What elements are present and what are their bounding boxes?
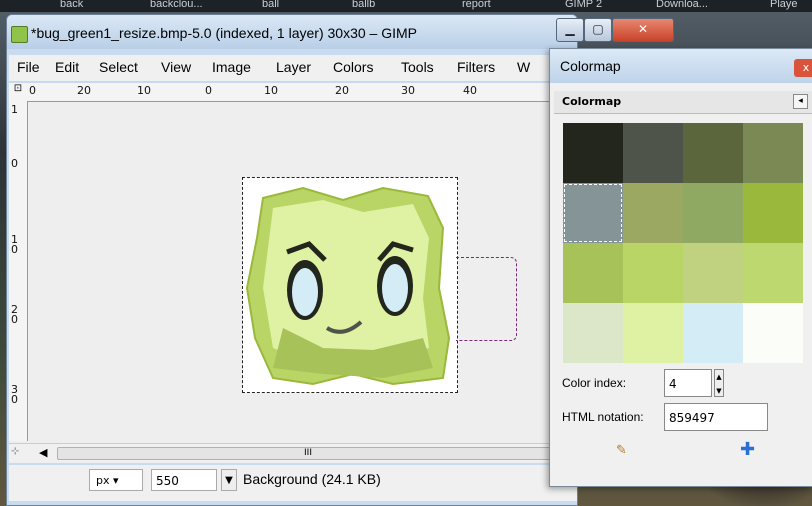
colormap-tab-header: Colormap ◂ xyxy=(554,91,812,114)
color-swatch[interactable] xyxy=(683,303,743,363)
color-swatch[interactable] xyxy=(683,123,743,183)
html-notation-value: 859497 xyxy=(669,411,715,425)
unit-select[interactable]: px ▾ xyxy=(89,469,143,491)
menu-windows[interactable]: W xyxy=(517,59,530,75)
color-swatch[interactable] xyxy=(563,243,623,303)
ruler-label: 0 xyxy=(29,84,36,97)
minimize-button[interactable]: ▁ xyxy=(556,18,584,42)
color-swatch[interactable] xyxy=(743,303,803,363)
color-index-value: 4 xyxy=(669,377,677,391)
ruler-label: 0 xyxy=(11,313,18,326)
taskbar-item[interactable]: backclou... xyxy=(150,0,203,10)
taskbar: back backclou... ball ballb report GIMP … xyxy=(0,0,812,12)
menu-colors[interactable]: Colors xyxy=(333,59,373,75)
color-swatch[interactable] xyxy=(683,243,743,303)
ruler-label: 20 xyxy=(77,84,91,97)
color-index-label: Color index: xyxy=(562,376,627,390)
menu-filters[interactable]: Filters xyxy=(457,59,495,75)
menu-select[interactable]: Select xyxy=(99,59,138,75)
taskbar-item[interactable]: GIMP 2 xyxy=(565,0,602,10)
status-bar: px ▾ 550 ▼ Background (24.1 KB) xyxy=(9,465,577,501)
add-color-icon[interactable]: ✚ xyxy=(740,439,756,460)
image-canvas[interactable] xyxy=(242,177,458,393)
tab-label: Colormap xyxy=(562,95,622,108)
edit-color-icon[interactable]: ✎ xyxy=(616,443,630,458)
ruler-label: 0 xyxy=(11,243,18,256)
horizontal-scrollbar[interactable]: ⊹ ◀ III xyxy=(9,443,577,462)
color-swatch[interactable] xyxy=(623,183,683,243)
taskbar-item[interactable]: back xyxy=(60,0,83,10)
taskbar-item[interactable]: ball xyxy=(262,0,279,10)
menu-file[interactable]: File xyxy=(17,59,40,75)
vertical-ruler[interactable]: 1 0 1 0 2 0 3 0 xyxy=(9,101,28,441)
ruler-label: 0 xyxy=(11,157,18,170)
ruler-label: 10 xyxy=(137,84,151,97)
ruler-label: 40 xyxy=(463,84,477,97)
html-notation-input[interactable]: 859497 xyxy=(664,403,768,431)
close-icon[interactable]: x xyxy=(794,59,812,77)
colormap-window: Colormap x Colormap ◂ Color index: 4 ▲ ▼ … xyxy=(549,48,812,487)
colormap-grid xyxy=(563,123,803,363)
navigate-icon[interactable]: ⊹ xyxy=(11,446,25,460)
window-titlebar[interactable]: *bug_green1_resize.bmp-5.0 (indexed, 1 l… xyxy=(7,15,577,49)
zoom-field[interactable]: 550 xyxy=(151,469,217,491)
color-swatch[interactable] xyxy=(563,123,623,183)
menu-layer[interactable]: Layer xyxy=(276,59,311,75)
unit-value: px xyxy=(96,474,110,487)
bug-artwork xyxy=(245,186,451,386)
canvas-area[interactable]: 0 20 10 0 10 20 30 40 ⊡ 1 0 1 0 2 0 3 0 xyxy=(9,83,577,463)
color-swatch[interactable] xyxy=(743,243,803,303)
ruler-label: 0 xyxy=(205,84,212,97)
colormap-window-title: Colormap xyxy=(560,58,621,74)
ruler-label: 1 xyxy=(11,103,18,116)
color-swatch[interactable] xyxy=(563,183,623,243)
ruler-corner[interactable]: ⊡ xyxy=(9,83,27,101)
layer-status: Background (24.1 KB) xyxy=(243,471,381,487)
taskbar-item[interactable]: report xyxy=(462,0,491,10)
ruler-label: 20 xyxy=(335,84,349,97)
color-swatch[interactable] xyxy=(623,243,683,303)
horizontal-ruler[interactable]: 0 20 10 0 10 20 30 40 xyxy=(9,83,577,102)
color-swatch[interactable] xyxy=(623,303,683,363)
menu-edit[interactable]: Edit xyxy=(55,59,79,75)
taskbar-item[interactable]: Playe xyxy=(770,0,798,10)
menu-view[interactable]: View xyxy=(161,59,191,75)
maximize-button[interactable]: ▢ xyxy=(584,18,612,42)
close-button[interactable]: ✕ xyxy=(612,18,674,42)
window-title: *bug_green1_resize.bmp-5.0 (indexed, 1 l… xyxy=(31,25,417,41)
tab-menu-icon[interactable]: ◂ xyxy=(793,94,808,109)
color-swatch[interactable] xyxy=(563,303,623,363)
gimp-image-window: *bug_green1_resize.bmp-5.0 (indexed, 1 l… xyxy=(6,14,578,506)
ruler-label: 10 xyxy=(264,84,278,97)
html-notation-label: HTML notation: xyxy=(562,410,644,424)
taskbar-item[interactable]: Downloa... xyxy=(656,0,708,10)
color-index-stepper[interactable]: ▲ ▼ xyxy=(714,369,724,397)
zoom-value: 550 xyxy=(156,474,179,488)
colormap-titlebar[interactable]: Colormap x xyxy=(550,49,812,83)
selection-outline xyxy=(456,257,517,341)
color-swatch[interactable] xyxy=(623,123,683,183)
zoom-dropdown-button[interactable]: ▼ xyxy=(221,469,237,491)
color-swatch[interactable] xyxy=(683,183,743,243)
scroll-left-icon[interactable]: ◀ xyxy=(39,446,47,459)
taskbar-item[interactable]: ballb xyxy=(352,0,375,10)
menubar: File Edit Select View Image Layer Colors… xyxy=(9,55,577,82)
color-swatch[interactable] xyxy=(743,183,803,243)
menu-tools[interactable]: Tools xyxy=(401,59,434,75)
gimp-icon xyxy=(11,26,28,43)
color-index-input[interactable]: 4 xyxy=(664,369,712,397)
ruler-label: 0 xyxy=(11,393,18,406)
color-swatch[interactable] xyxy=(743,123,803,183)
menu-image[interactable]: Image xyxy=(212,59,251,75)
scroll-thumb[interactable]: III xyxy=(57,447,559,460)
ruler-label: 30 xyxy=(401,84,415,97)
